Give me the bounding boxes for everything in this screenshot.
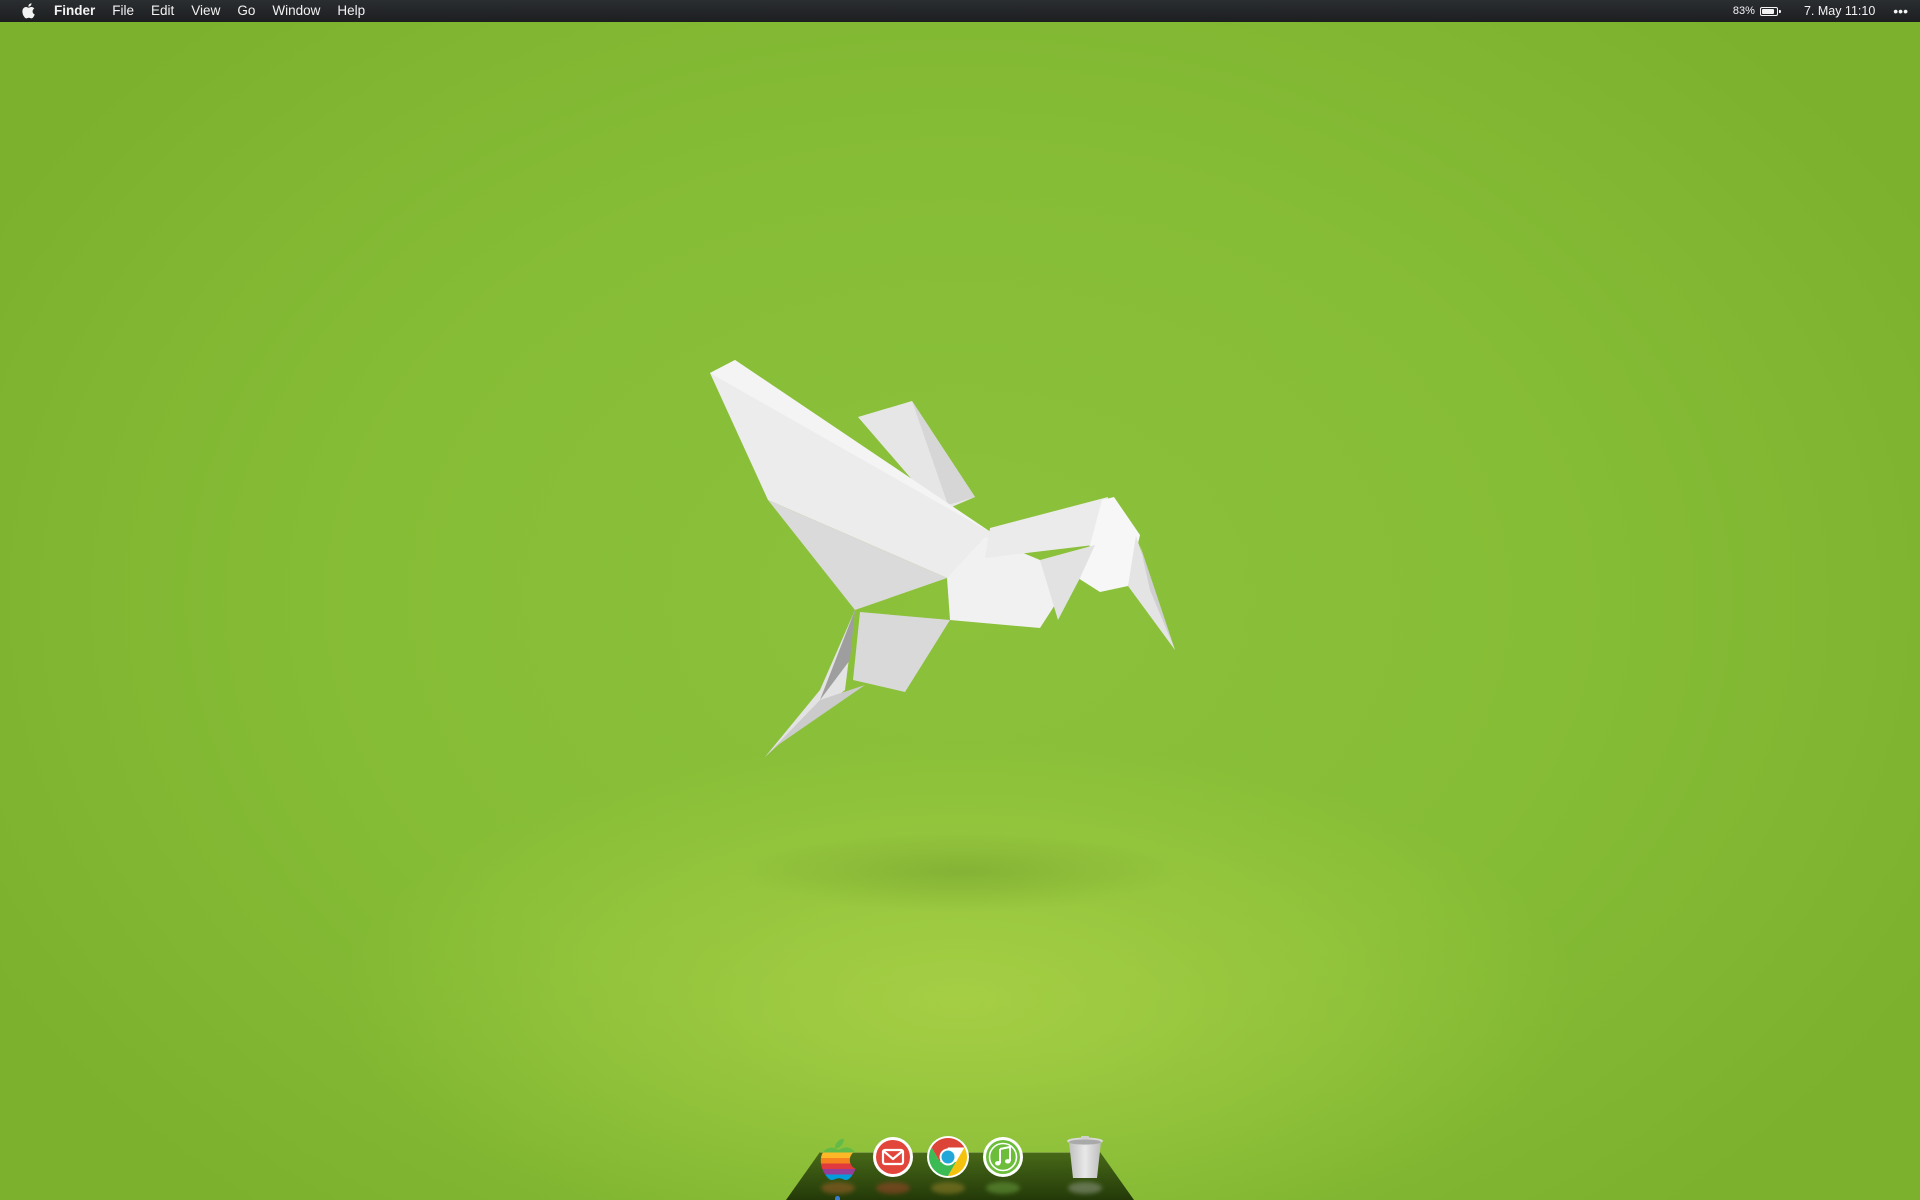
dock-itunes[interactable] xyxy=(980,1134,1026,1194)
bird-shadow xyxy=(740,832,1180,912)
bird-body-shade xyxy=(853,612,950,692)
mail-icon xyxy=(873,1137,913,1177)
dock-reflection xyxy=(986,1182,1020,1194)
bird-tail-lower xyxy=(765,685,865,757)
dock-chrome[interactable] xyxy=(925,1134,971,1194)
bird-tail xyxy=(765,610,855,757)
dock-reflection xyxy=(876,1182,910,1194)
dock-mail[interactable] xyxy=(870,1134,916,1194)
music-note-icon xyxy=(983,1137,1023,1177)
dock-trash[interactable] xyxy=(1062,1134,1108,1194)
chrome-icon xyxy=(927,1136,969,1178)
desktop: Finder File Edit View Go Window Help 83%… xyxy=(0,0,1920,1200)
rainbow-apple-icon xyxy=(820,1138,856,1181)
trash-icon xyxy=(1067,1136,1103,1178)
dock-reflection xyxy=(1068,1182,1102,1194)
dock-reflection xyxy=(931,1182,965,1194)
dock-reflection xyxy=(821,1182,855,1194)
dock-finder[interactable] xyxy=(815,1134,861,1194)
origami-hummingbird-wallpaper xyxy=(710,360,1180,912)
